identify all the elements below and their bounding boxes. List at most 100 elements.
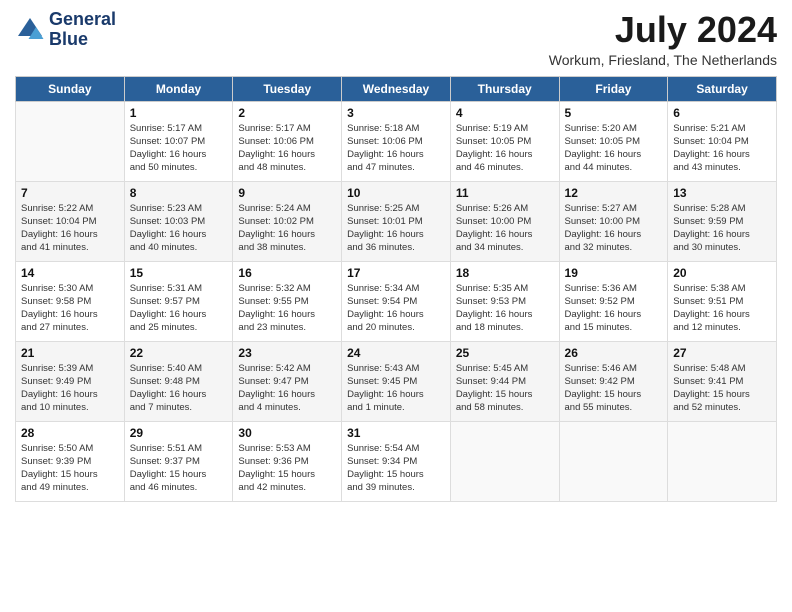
day-number: 16 bbox=[238, 266, 336, 280]
logo-icon bbox=[15, 15, 45, 45]
calendar-cell: 5 Sunrise: 5:20 AM Sunset: 10:05 PM Dayli… bbox=[559, 101, 668, 181]
day-number: 10 bbox=[347, 186, 445, 200]
day-number: 29 bbox=[130, 426, 228, 440]
day-number: 28 bbox=[21, 426, 119, 440]
calendar-cell: 2 Sunrise: 5:17 AM Sunset: 10:06 PM Dayli… bbox=[233, 101, 342, 181]
day-info: Sunrise: 5:35 AM Sunset: 9:53 PM Dayligh… bbox=[456, 282, 554, 335]
day-info: Sunrise: 5:20 AM Sunset: 10:05 PM Daylig… bbox=[565, 122, 663, 175]
day-info: Sunrise: 5:54 AM Sunset: 9:34 PM Dayligh… bbox=[347, 442, 445, 495]
day-number: 2 bbox=[238, 106, 336, 120]
calendar-cell bbox=[559, 421, 668, 501]
calendar-cell: 24Sunrise: 5:43 AM Sunset: 9:45 PM Dayli… bbox=[342, 341, 451, 421]
day-of-week-header: Saturday bbox=[668, 76, 777, 101]
day-info: Sunrise: 5:17 AM Sunset: 10:07 PM Daylig… bbox=[130, 122, 228, 175]
day-number: 13 bbox=[673, 186, 771, 200]
day-info: Sunrise: 5:30 AM Sunset: 9:58 PM Dayligh… bbox=[21, 282, 119, 335]
day-number: 14 bbox=[21, 266, 119, 280]
day-info: Sunrise: 5:53 AM Sunset: 9:36 PM Dayligh… bbox=[238, 442, 336, 495]
calendar-cell bbox=[668, 421, 777, 501]
calendar-table: SundayMondayTuesdayWednesdayThursdayFrid… bbox=[15, 76, 777, 502]
logo: General Blue bbox=[15, 10, 116, 50]
day-info: Sunrise: 5:50 AM Sunset: 9:39 PM Dayligh… bbox=[21, 442, 119, 495]
calendar-cell: 12 Sunrise: 5:27 AM Sunset: 10:00 PM Dayl… bbox=[559, 181, 668, 261]
calendar-cell: 7 Sunrise: 5:22 AM Sunset: 10:04 PM Dayli… bbox=[16, 181, 125, 261]
day-info: Sunrise: 5:19 AM Sunset: 10:05 PM Daylig… bbox=[456, 122, 554, 175]
day-info: Sunrise: 5:40 AM Sunset: 9:48 PM Dayligh… bbox=[130, 362, 228, 415]
day-info: Sunrise: 5:38 AM Sunset: 9:51 PM Dayligh… bbox=[673, 282, 771, 335]
day-of-week-header: Wednesday bbox=[342, 76, 451, 101]
calendar-cell: 11 Sunrise: 5:26 AM Sunset: 10:00 PM Dayl… bbox=[450, 181, 559, 261]
calendar-cell: 28 Sunrise: 5:50 AM Sunset: 9:39 PM Dayli… bbox=[16, 421, 125, 501]
day-number: 18 bbox=[456, 266, 554, 280]
day-info: Sunrise: 5:23 AM Sunset: 10:03 PM Daylig… bbox=[130, 202, 228, 255]
day-info: Sunrise: 5:24 AM Sunset: 10:02 PM Daylig… bbox=[238, 202, 336, 255]
day-info: Sunrise: 5:26 AM Sunset: 10:00 PM Daylig… bbox=[456, 202, 554, 255]
day-number: 3 bbox=[347, 106, 445, 120]
calendar-cell: 14 Sunrise: 5:30 AM Sunset: 9:58 PM Dayli… bbox=[16, 261, 125, 341]
day-number: 23 bbox=[238, 346, 336, 360]
calendar-cell: 27Sunrise: 5:48 AM Sunset: 9:41 PM Dayli… bbox=[668, 341, 777, 421]
day-info: Sunrise: 5:34 AM Sunset: 9:54 PM Dayligh… bbox=[347, 282, 445, 335]
day-of-week-header: Monday bbox=[124, 76, 233, 101]
day-info: Sunrise: 5:31 AM Sunset: 9:57 PM Dayligh… bbox=[130, 282, 228, 335]
day-info: Sunrise: 5:45 AM Sunset: 9:44 PM Dayligh… bbox=[456, 362, 554, 415]
page-header: General Blue July 2024 Workum, Friesland… bbox=[15, 10, 777, 68]
day-number: 31 bbox=[347, 426, 445, 440]
calendar-cell: 3Sunrise: 5:18 AM Sunset: 10:06 PM Dayli… bbox=[342, 101, 451, 181]
day-of-week-header: Sunday bbox=[16, 76, 125, 101]
day-number: 11 bbox=[456, 186, 554, 200]
day-of-week-header: Friday bbox=[559, 76, 668, 101]
day-number: 12 bbox=[565, 186, 663, 200]
day-info: Sunrise: 5:21 AM Sunset: 10:04 PM Daylig… bbox=[673, 122, 771, 175]
calendar-cell: 10 Sunrise: 5:25 AM Sunset: 10:01 PM Dayl… bbox=[342, 181, 451, 261]
calendar-cell: 4 Sunrise: 5:19 AM Sunset: 10:05 PM Dayli… bbox=[450, 101, 559, 181]
day-number: 17 bbox=[347, 266, 445, 280]
calendar-cell: 17 Sunrise: 5:34 AM Sunset: 9:54 PM Dayli… bbox=[342, 261, 451, 341]
calendar-cell: 19Sunrise: 5:36 AM Sunset: 9:52 PM Dayli… bbox=[559, 261, 668, 341]
day-number: 9 bbox=[238, 186, 336, 200]
day-info: Sunrise: 5:39 AM Sunset: 9:49 PM Dayligh… bbox=[21, 362, 119, 415]
calendar-cell bbox=[16, 101, 125, 181]
day-number: 8 bbox=[130, 186, 228, 200]
calendar-cell: 22 Sunrise: 5:40 AM Sunset: 9:48 PM Dayli… bbox=[124, 341, 233, 421]
day-info: Sunrise: 5:28 AM Sunset: 9:59 PM Dayligh… bbox=[673, 202, 771, 255]
day-number: 30 bbox=[238, 426, 336, 440]
calendar-cell: 18 Sunrise: 5:35 AM Sunset: 9:53 PM Dayli… bbox=[450, 261, 559, 341]
calendar-cell: 16 Sunrise: 5:32 AM Sunset: 9:55 PM Dayli… bbox=[233, 261, 342, 341]
calendar-cell: 30 Sunrise: 5:53 AM Sunset: 9:36 PM Dayli… bbox=[233, 421, 342, 501]
day-number: 1 bbox=[130, 106, 228, 120]
month-year-title: July 2024 bbox=[549, 10, 777, 50]
calendar-cell: 8 Sunrise: 5:23 AM Sunset: 10:03 PM Dayli… bbox=[124, 181, 233, 261]
day-info: Sunrise: 5:32 AM Sunset: 9:55 PM Dayligh… bbox=[238, 282, 336, 335]
day-of-week-header: Tuesday bbox=[233, 76, 342, 101]
day-info: Sunrise: 5:17 AM Sunset: 10:06 PM Daylig… bbox=[238, 122, 336, 175]
calendar-cell: 26 Sunrise: 5:46 AM Sunset: 9:42 PM Dayli… bbox=[559, 341, 668, 421]
calendar-cell: 6 Sunrise: 5:21 AM Sunset: 10:04 PM Dayli… bbox=[668, 101, 777, 181]
day-info: Sunrise: 5:46 AM Sunset: 9:42 PM Dayligh… bbox=[565, 362, 663, 415]
day-info: Sunrise: 5:27 AM Sunset: 10:00 PM Daylig… bbox=[565, 202, 663, 255]
day-number: 15 bbox=[130, 266, 228, 280]
day-info: Sunrise: 5:22 AM Sunset: 10:04 PM Daylig… bbox=[21, 202, 119, 255]
day-number: 21 bbox=[21, 346, 119, 360]
location-subtitle: Workum, Friesland, The Netherlands bbox=[549, 52, 777, 68]
day-number: 22 bbox=[130, 346, 228, 360]
day-info: Sunrise: 5:36 AM Sunset: 9:52 PM Dayligh… bbox=[565, 282, 663, 335]
day-number: 4 bbox=[456, 106, 554, 120]
day-info: Sunrise: 5:51 AM Sunset: 9:37 PM Dayligh… bbox=[130, 442, 228, 495]
calendar-cell: 21 Sunrise: 5:39 AM Sunset: 9:49 PM Dayli… bbox=[16, 341, 125, 421]
title-area: July 2024 Workum, Friesland, The Netherl… bbox=[549, 10, 777, 68]
calendar-cell: 29 Sunrise: 5:51 AM Sunset: 9:37 PM Dayli… bbox=[124, 421, 233, 501]
day-info: Sunrise: 5:25 AM Sunset: 10:01 PM Daylig… bbox=[347, 202, 445, 255]
calendar-cell: 23Sunrise: 5:42 AM Sunset: 9:47 PM Dayli… bbox=[233, 341, 342, 421]
day-number: 6 bbox=[673, 106, 771, 120]
day-number: 26 bbox=[565, 346, 663, 360]
calendar-cell: 9 Sunrise: 5:24 AM Sunset: 10:02 PM Dayli… bbox=[233, 181, 342, 261]
day-of-week-header: Thursday bbox=[450, 76, 559, 101]
calendar-cell: 25 Sunrise: 5:45 AM Sunset: 9:44 PM Dayli… bbox=[450, 341, 559, 421]
calendar-cell: 15 Sunrise: 5:31 AM Sunset: 9:57 PM Dayli… bbox=[124, 261, 233, 341]
day-number: 25 bbox=[456, 346, 554, 360]
day-number: 7 bbox=[21, 186, 119, 200]
day-number: 20 bbox=[673, 266, 771, 280]
day-number: 5 bbox=[565, 106, 663, 120]
calendar-cell: 13 Sunrise: 5:28 AM Sunset: 9:59 PM Dayli… bbox=[668, 181, 777, 261]
